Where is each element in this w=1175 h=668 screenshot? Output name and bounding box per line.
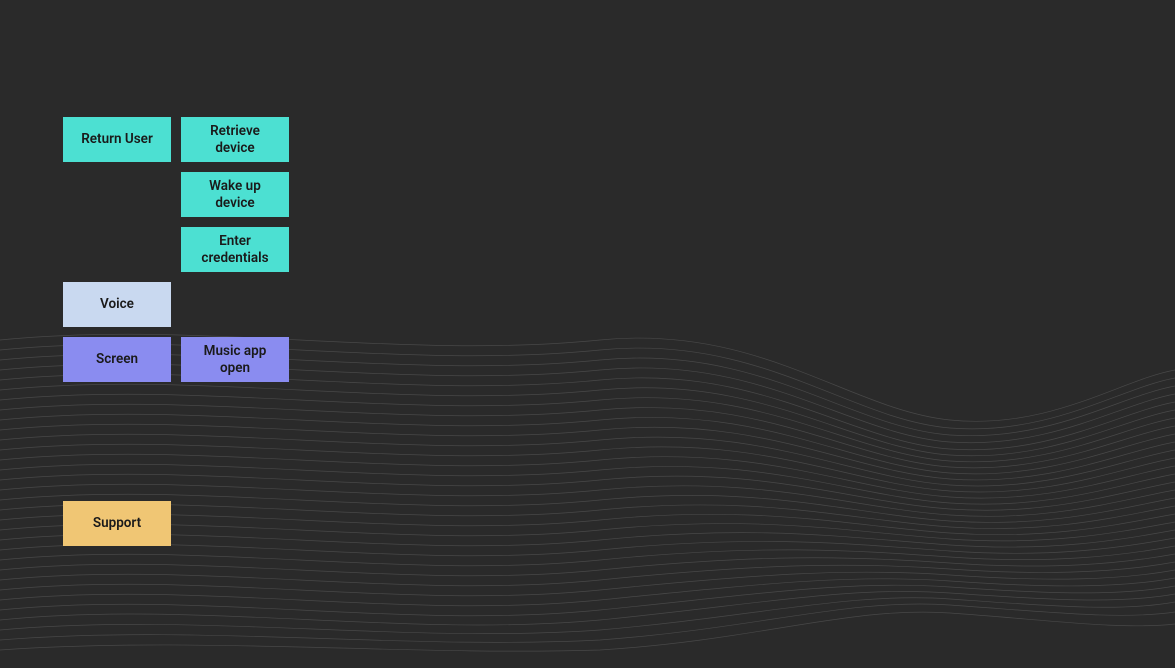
node-voice[interactable]: Voice xyxy=(63,282,171,327)
node-enter-credentials[interactable]: Enter credentials xyxy=(181,227,289,272)
node-label: Retrieve device xyxy=(189,123,281,157)
node-label: Wake up device xyxy=(189,178,281,212)
node-label: Voice xyxy=(100,296,134,313)
node-support[interactable]: Support xyxy=(63,501,171,546)
node-label: Enter credentials xyxy=(189,233,281,267)
node-music-app-open[interactable]: Music app open xyxy=(181,337,289,382)
node-retrieve-device[interactable]: Retrieve device xyxy=(181,117,289,162)
node-label: Return User xyxy=(81,131,153,148)
decorative-wave-background xyxy=(0,300,1175,664)
node-label: Screen xyxy=(96,351,138,368)
node-wake-up-device[interactable]: Wake up device xyxy=(181,172,289,217)
node-label: Music app open xyxy=(189,343,281,377)
node-screen[interactable]: Screen xyxy=(63,337,171,382)
node-label: Support xyxy=(93,515,141,532)
node-return-user[interactable]: Return User xyxy=(63,117,171,162)
